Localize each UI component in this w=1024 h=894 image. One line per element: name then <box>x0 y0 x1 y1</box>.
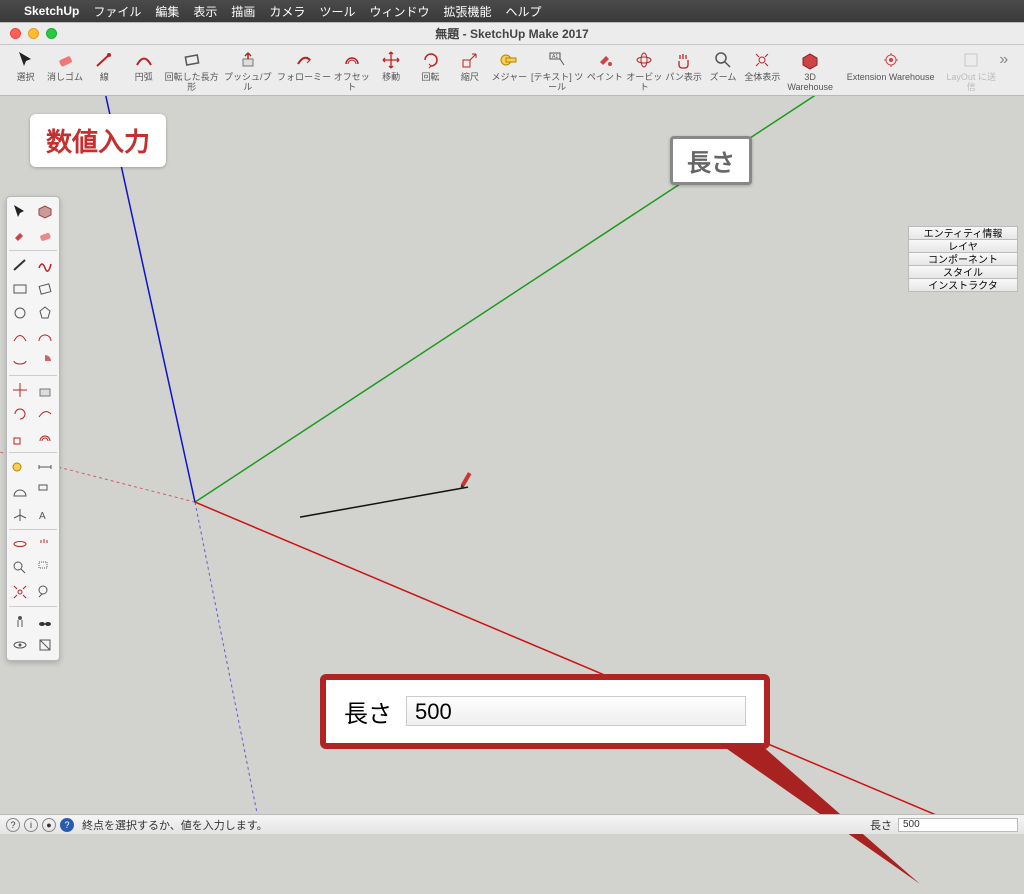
tool-extwarehouse[interactable]: Extension Warehouse <box>839 49 942 83</box>
tray: エンティティ情報 レイヤ コンポーネント スタイル インストラクタ <box>908 226 1018 291</box>
titlebar: 無題 - SketchUp Make 2017 <box>0 23 1024 45</box>
tool-scale[interactable]: 縮尺 <box>451 49 488 83</box>
p-component[interactable] <box>34 201 56 223</box>
p-select[interactable] <box>9 201 31 223</box>
p-rect[interactable] <box>9 278 31 300</box>
callout-value: 500 <box>406 696 746 726</box>
minimize-button[interactable] <box>28 28 39 39</box>
p-pan2[interactable] <box>34 533 56 555</box>
tool-paint[interactable]: ペイント <box>586 49 623 83</box>
p-line[interactable] <box>9 254 31 276</box>
status-icon-2[interactable]: i <box>24 818 38 832</box>
tool-palette: A <box>6 196 60 661</box>
tool-arc[interactable]: 円弧 <box>125 49 162 83</box>
window-title: 無題 - SketchUp Make 2017 <box>435 25 588 42</box>
p-scale2[interactable] <box>9 427 31 449</box>
p-pushpull2[interactable] <box>34 379 56 401</box>
p-circle[interactable] <box>9 302 31 324</box>
p-paint[interactable] <box>9 225 31 247</box>
tool-rect[interactable]: 回転した長方形 <box>165 49 219 93</box>
p-arc[interactable] <box>9 326 31 348</box>
menu-draw[interactable]: 描画 <box>231 3 255 20</box>
tool-offset[interactable]: オフセット <box>333 49 370 93</box>
p-arc2[interactable] <box>34 326 56 348</box>
menu-help[interactable]: ヘルプ <box>505 3 541 20</box>
tool-zoomext[interactable]: 全体表示 <box>744 49 781 83</box>
tool-followme[interactable]: フォローミー <box>277 49 331 83</box>
p-arc3[interactable] <box>9 350 31 372</box>
p-zoom2[interactable] <box>9 557 31 579</box>
p-pie[interactable] <box>34 350 56 372</box>
tool-eraser[interactable]: 消しゴム <box>46 49 83 83</box>
tool-3dwarehouse[interactable]: 3D Warehouse <box>783 49 837 93</box>
tool-orbit[interactable]: オービット <box>626 49 663 93</box>
main-toolbar: 選択 消しゴム 線 円弧 回転した長方形 プッシュ/プル フォローミー オフセッ… <box>0 45 1024 96</box>
tray-instructor[interactable]: インストラクタ <box>908 278 1018 292</box>
menu-edit[interactable]: 編集 <box>155 3 179 20</box>
p-rotrect[interactable] <box>34 278 56 300</box>
tool-pan[interactable]: パン表示 <box>665 49 702 83</box>
svg-text:A: A <box>39 511 46 522</box>
p-position[interactable] <box>9 610 31 632</box>
tool-select[interactable]: 選択 <box>7 49 44 83</box>
menu-tools[interactable]: ツール <box>319 3 355 20</box>
p-orbit2[interactable] <box>9 533 31 555</box>
p-rotate2[interactable] <box>9 403 31 425</box>
p-eraser[interactable] <box>34 225 56 247</box>
menu-file[interactable]: ファイル <box>93 3 141 20</box>
status-hint: 終点を選択するか、値を入力します。 <box>82 817 268 833</box>
menu-view[interactable]: 表示 <box>193 3 217 20</box>
p-text2[interactable] <box>34 480 56 502</box>
measurement-input[interactable]: 500 <box>898 818 1018 832</box>
p-dim[interactable] <box>34 456 56 478</box>
p-3dtext[interactable]: A <box>34 504 56 526</box>
svg-text:A1: A1 <box>552 54 558 60</box>
menu-window[interactable]: ウィンドウ <box>369 3 429 20</box>
tool-line[interactable]: 線 <box>86 49 123 83</box>
status-icon-3[interactable]: ● <box>42 818 56 832</box>
statusbar: ? i ● ? 終点を選択するか、値を入力します。 長さ 500 <box>0 814 1024 834</box>
close-button[interactable] <box>10 28 21 39</box>
measure-label: 長さ <box>870 817 892 833</box>
app-name[interactable]: SketchUp <box>24 4 79 18</box>
p-look[interactable] <box>9 634 31 656</box>
tool-layout: LayOut に送信 <box>944 49 998 93</box>
menu-extensions[interactable]: 拡張機能 <box>443 3 491 20</box>
tool-move[interactable]: 移動 <box>372 49 409 83</box>
tool-pushpull[interactable]: プッシュ/プル <box>221 49 275 93</box>
p-section[interactable] <box>34 634 56 656</box>
status-icon-4[interactable]: ? <box>60 818 74 832</box>
p-prev[interactable] <box>34 581 56 603</box>
p-polygon[interactable] <box>34 302 56 324</box>
annotation-numeric-input: 数値入力 <box>30 114 166 167</box>
measurement-callout: 長さ 500 <box>320 674 770 749</box>
menu-camera[interactable]: カメラ <box>269 3 305 20</box>
mac-menubar: SketchUp ファイル 編集 表示 描画 カメラ ツール ウィンドウ 拡張機… <box>0 0 1024 22</box>
p-offset2[interactable] <box>34 427 56 449</box>
tool-text[interactable]: A1[テキスト] ツール <box>530 49 584 93</box>
p-protractor[interactable] <box>9 480 31 502</box>
p-tape2[interactable] <box>9 456 31 478</box>
p-zoomext2[interactable] <box>9 581 31 603</box>
p-move[interactable] <box>9 379 31 401</box>
tool-zoom[interactable]: ズーム <box>704 49 741 83</box>
p-walk[interactable] <box>34 610 56 632</box>
p-axes[interactable] <box>9 504 31 526</box>
p-followme2[interactable] <box>34 403 56 425</box>
tool-rotate[interactable]: 回転 <box>412 49 449 83</box>
toolbar-overflow[interactable]: » <box>999 49 1018 71</box>
p-zoomwin[interactable] <box>34 557 56 579</box>
callout-label: 長さ <box>344 694 392 729</box>
annotation-length: 長さ <box>670 136 752 185</box>
status-icon-1[interactable]: ? <box>6 818 20 832</box>
tool-tape[interactable]: メジャー <box>491 49 528 83</box>
viewport[interactable]: 数値入力 長さ A <box>0 96 1024 834</box>
p-freehand[interactable] <box>34 254 56 276</box>
maximize-button[interactable] <box>46 28 57 39</box>
